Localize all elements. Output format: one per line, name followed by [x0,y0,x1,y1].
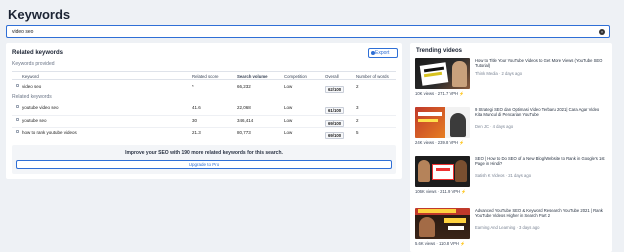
row-overall-badge: 62/100 [325,86,345,93]
row-competition: Low [284,84,293,89]
video-card[interactable]: How to Title Your YouTube Videos to Get … [415,58,607,102]
video-card[interactable]: Advanced YouTube SEO & Keyword Research … [415,208,607,252]
row-score: * [192,84,194,89]
col-related-score[interactable]: Related score [192,74,219,79]
video-stats: 106K views · 211.9 VPH ⚡ [415,189,466,194]
row-overall-badge: 61/100 [325,107,345,114]
row-volume: 346,414 [237,118,254,123]
col-overall[interactable]: Overall [325,74,339,79]
row-competition: Low [284,105,293,110]
row-score: 21.3 [192,130,201,135]
bolt-icon: ⚡ [459,140,465,145]
video-stats-text: 10K views · 271.7 VPH [415,91,459,96]
row-keyword: youtube video seo [22,105,59,110]
clear-icon[interactable]: × [599,29,605,35]
col-keyword[interactable]: Keyword [16,74,39,79]
video-title[interactable]: SEO | How to Do SEO of a New Blog/Websit… [475,156,607,166]
upgrade-button[interactable]: Upgrade to Pro [16,160,392,169]
row-overall-badge: 69/100 [325,132,345,139]
search-value[interactable]: video seo [12,29,33,35]
related-keywords-panel: Related keywords Export Keywords provide… [6,43,402,179]
video-channel[interactable]: Earning And Learning · 3 days ago [475,225,540,230]
video-stats: 24K views · 239.8 VPH ⚡ [415,140,464,145]
video-stats-text: 24K views · 239.8 VPH [415,140,459,145]
bolt-icon: ⚡ [459,91,465,96]
related-keywords-label: Related keywords [12,94,52,100]
video-thumbnail[interactable] [415,208,470,239]
video-thumbnail[interactable] [415,58,470,89]
row-overall-badge: 69/100 [325,120,345,127]
export-label: Export [375,50,390,56]
video-title[interactable]: Advanced YouTube SEO & Keyword Research … [475,208,607,218]
table-row[interactable]: youtube seo 30 346,414 Low 69/100 2 [12,115,396,127]
video-thumbnail[interactable] [415,107,470,138]
table-row[interactable]: video seo * 66,232 Low 62/100 2 [12,82,396,93]
search-input[interactable]: video seo × [6,25,610,38]
bolt-icon: ⚡ [461,189,467,194]
row-keyword: how to rank youtube videos [22,130,77,135]
video-stats: 10K views · 271.7 VPH ⚡ [415,91,464,96]
bolt-icon: ⚡ [460,241,466,246]
table-row[interactable]: how to rank youtube videos 21.3 80,773 L… [12,127,396,139]
row-volume: 80,773 [237,130,251,135]
page-title: Keywords [8,7,71,22]
video-channel[interactable]: Think Media · 2 days ago [475,71,522,76]
video-card[interactable]: 9 Strategi SEO dan Optimasi Video Terbar… [415,107,607,151]
export-button[interactable]: Export [368,48,398,58]
video-thumbnail[interactable] [415,156,470,187]
row-volume: 22,068 [237,105,251,110]
row-words: 5 [356,130,359,135]
trending-videos-panel: Trending videos How to Title Your YouTub… [410,43,612,252]
row-keyword: video seo [22,84,42,89]
video-stats-text: 106K views · 211.9 VPH [415,189,461,194]
related-keywords-heading: Related keywords [12,50,64,56]
col-search-volume[interactable]: Search volume [237,74,268,79]
export-icon [371,51,375,55]
row-words: 2 [356,118,359,123]
row-competition: Low [284,130,293,135]
col-number-of-words[interactable]: Number of words [356,74,389,79]
video-stats-text: 5.6K views · 110.8 VPH [415,241,459,246]
video-title[interactable]: 9 Strategi SEO dan Optimasi Video Terbar… [475,107,607,117]
video-stats: 5.6K views · 110.8 VPH ⚡ [415,241,465,246]
keywords-provided-label: Keywords provided [12,61,55,67]
upsell-text: Improve your SEO with 190 more related k… [125,150,283,156]
video-card[interactable]: SEO | How to Do SEO of a New Blog/Websit… [415,156,607,200]
row-competition: Low [284,118,293,123]
video-title[interactable]: How to Title Your YouTube Videos to Get … [475,58,607,68]
row-keyword: youtube seo [22,118,47,123]
video-channel[interactable]: Satish K Videos · 21 days ago [475,173,531,178]
row-words: 3 [356,105,359,110]
table-row[interactable]: youtube video seo 41.6 22,068 Low 61/100… [12,103,396,114]
upgrade-banner: Improve your SEO with 190 more related k… [12,145,396,174]
row-score: 41.6 [192,105,201,110]
row-score: 30 [192,118,198,123]
row-words: 2 [356,84,359,89]
video-channel[interactable]: Den JC · 4 days ago [475,124,513,129]
trending-videos-heading: Trending videos [416,48,463,54]
col-competition[interactable]: Competition [284,74,307,79]
row-volume: 66,232 [237,84,251,89]
table-header: Keyword Related score Search volume Comp… [12,71,396,80]
